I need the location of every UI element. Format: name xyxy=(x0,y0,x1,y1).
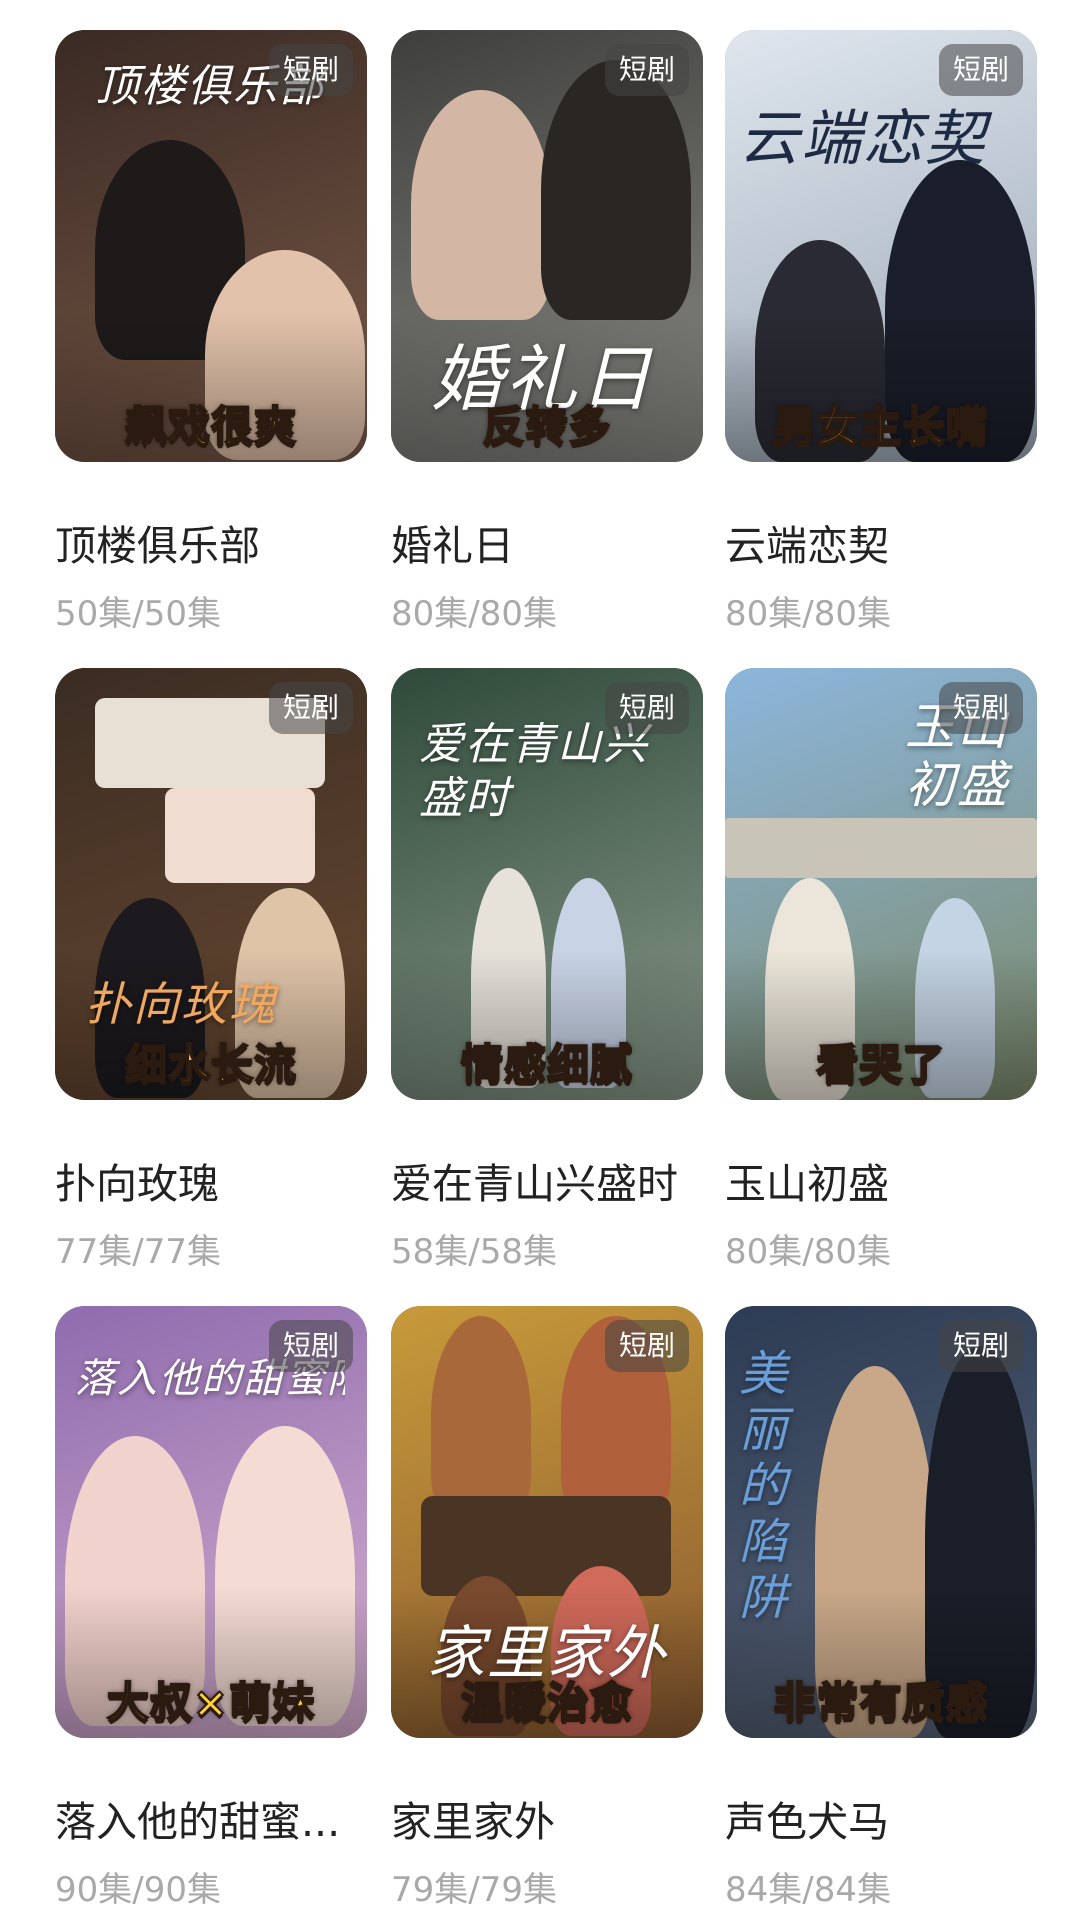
drama-card[interactable]: 云端恋契 短剧 男女主长嘴 云端恋契 80集/80集 xyxy=(725,30,1037,634)
episode-count: 80集/80集 xyxy=(725,594,891,634)
poster-figure xyxy=(541,60,691,320)
short-drama-badge: 短剧 xyxy=(268,44,353,96)
drama-title[interactable]: 婚礼日 xyxy=(391,512,703,572)
highlight-tag: 温暖治愈 xyxy=(460,1677,633,1728)
poster-title: 扑向玫瑰 xyxy=(85,977,277,1031)
drama-title[interactable]: 云端恋契 xyxy=(725,512,1037,572)
highlight-tag: 反转多 xyxy=(481,401,612,452)
drama-card[interactable]: 婚礼日 短剧 反转多 婚礼日 80集/80集 xyxy=(391,30,703,634)
poster-figure xyxy=(725,818,1037,878)
drama-poster[interactable]: 玉山初盛 短剧 看哭了 xyxy=(725,668,1037,1100)
poster-figure xyxy=(411,90,551,320)
episode-count: 80集/80集 xyxy=(391,594,557,634)
drama-grid: 顶楼俱乐部 短剧 飙戏很爽 顶楼俱乐部 50集/50集 婚礼日 短剧 反转多 婚… xyxy=(0,0,1080,1910)
drama-poster[interactable]: 落入他的甜蜜陷阱 短剧 大叔×萌妹 xyxy=(55,1306,367,1738)
episode-count: 84集/84集 xyxy=(725,1870,891,1910)
short-drama-badge: 短剧 xyxy=(604,44,689,96)
drama-card[interactable]: 爱在青山兴盛时 短剧 情感细腻 爱在青山兴盛时 58集/58集 xyxy=(391,668,703,1272)
poster-figure xyxy=(165,788,315,883)
drama-poster[interactable]: 家里家外 短剧 温暖治愈 xyxy=(391,1306,703,1738)
drama-card[interactable]: 扑向玫瑰 短剧 细水长流 扑向玫瑰 77集/77集 xyxy=(55,668,367,1272)
poster-title: 美丽的陷阱 xyxy=(739,1346,790,1626)
short-drama-badge: 短剧 xyxy=(604,682,689,734)
drama-poster[interactable]: 云端恋契 短剧 男女主长嘴 xyxy=(725,30,1037,462)
drama-poster[interactable]: 爱在青山兴盛时 短剧 情感细腻 xyxy=(391,668,703,1100)
drama-title[interactable]: 家里家外 xyxy=(391,1788,703,1848)
highlight-tag: 看哭了 xyxy=(815,1039,946,1090)
episode-count: 90集/90集 xyxy=(55,1870,221,1910)
drama-poster[interactable]: 顶楼俱乐部 短剧 飙戏很爽 xyxy=(55,30,367,462)
highlight-tag: 飙戏很爽 xyxy=(124,401,297,452)
episode-count: 58集/58集 xyxy=(391,1232,557,1272)
drama-title[interactable]: 落入他的甜蜜... xyxy=(55,1788,367,1848)
drama-card[interactable]: 家里家外 短剧 温暖治愈 家里家外 79集/79集 xyxy=(391,1306,703,1910)
drama-title[interactable]: 顶楼俱乐部 xyxy=(55,512,367,572)
drama-title[interactable]: 爱在青山兴盛时 xyxy=(391,1150,703,1210)
short-drama-badge: 短剧 xyxy=(938,1320,1023,1372)
drama-title[interactable]: 扑向玫瑰 xyxy=(55,1150,367,1210)
highlight-tag: 男女主长嘴 xyxy=(772,401,989,452)
drama-card[interactable]: 落入他的甜蜜陷阱 短剧 大叔×萌妹 落入他的甜蜜... 90集/90集 xyxy=(55,1306,367,1910)
drama-poster[interactable]: 婚礼日 短剧 反转多 xyxy=(391,30,703,462)
poster-title: 云端恋契 xyxy=(739,104,987,174)
poster-figure xyxy=(421,1496,671,1596)
drama-card[interactable]: 顶楼俱乐部 短剧 飙戏很爽 顶楼俱乐部 50集/50集 xyxy=(55,30,367,634)
highlight-tag: 细水长流 xyxy=(124,1039,297,1090)
highlight-tag: 大叔×萌妹 xyxy=(106,1677,316,1728)
drama-poster[interactable]: 扑向玫瑰 短剧 细水长流 xyxy=(55,668,367,1100)
episode-count: 77集/77集 xyxy=(55,1232,221,1272)
episode-count: 80集/80集 xyxy=(725,1232,891,1272)
drama-card[interactable]: 美丽的陷阱 短剧 非常有质感 声色犬马 84集/84集 xyxy=(725,1306,1037,1910)
episode-count: 79集/79集 xyxy=(391,1870,557,1910)
episode-count: 50集/50集 xyxy=(55,594,221,634)
drama-card[interactable]: 玉山初盛 短剧 看哭了 玉山初盛 80集/80集 xyxy=(725,668,1037,1272)
highlight-tag: 情感细腻 xyxy=(460,1039,633,1090)
poster-title: 爱在青山兴盛时 xyxy=(419,719,649,824)
short-drama-badge: 短剧 xyxy=(938,682,1023,734)
short-drama-badge: 短剧 xyxy=(268,1320,353,1372)
drama-title[interactable]: 声色犬马 xyxy=(725,1788,1037,1848)
highlight-tag: 非常有质感 xyxy=(772,1677,989,1728)
short-drama-badge: 短剧 xyxy=(268,682,353,734)
short-drama-badge: 短剧 xyxy=(604,1320,689,1372)
short-drama-badge: 短剧 xyxy=(938,44,1023,96)
poster-figure xyxy=(431,1316,531,1516)
drama-poster[interactable]: 美丽的陷阱 短剧 非常有质感 xyxy=(725,1306,1037,1738)
drama-title[interactable]: 玉山初盛 xyxy=(725,1150,1037,1210)
